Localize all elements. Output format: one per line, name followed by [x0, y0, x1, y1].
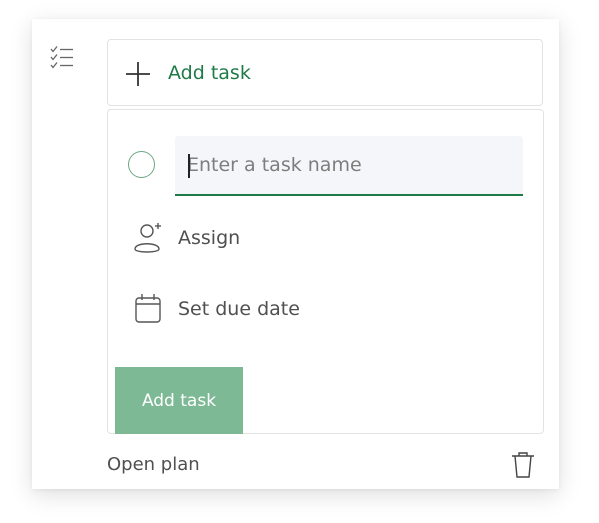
task-card: Add task Assign: [32, 19, 559, 489]
text-caret: [188, 154, 190, 178]
task-name-input[interactable]: [175, 136, 523, 196]
add-task-submit-button[interactable]: Add task: [115, 367, 243, 434]
set-due-date-button[interactable]: Set due date: [132, 292, 300, 326]
due-date-label: Set due date: [178, 298, 300, 320]
add-task-bar[interactable]: Add task: [107, 39, 543, 106]
open-plan-link[interactable]: Open plan: [107, 454, 200, 475]
assign-user-icon: [132, 221, 164, 255]
complete-task-radio[interactable]: [128, 151, 155, 178]
assign-label: Assign: [178, 227, 241, 249]
checklist-icon: [50, 45, 74, 71]
assign-button[interactable]: Assign: [132, 221, 240, 255]
trash-icon[interactable]: [510, 451, 536, 479]
add-task-bar-label: Add task: [168, 62, 251, 84]
new-task-form: Assign Set due date Add task: [107, 109, 544, 434]
plus-icon: [124, 60, 152, 88]
calendar-icon: [132, 292, 164, 326]
